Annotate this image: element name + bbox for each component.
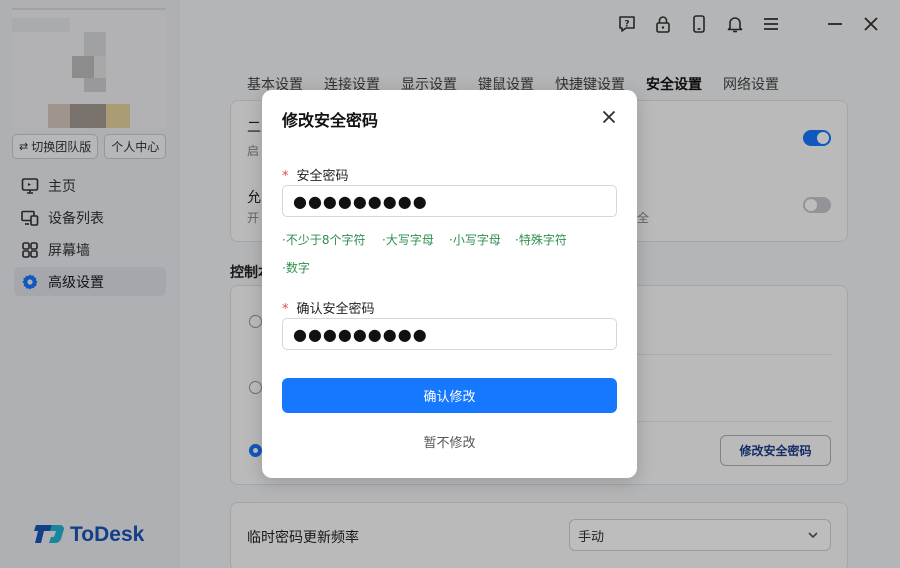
security-password-input[interactable]: ●●●●●●●●● — [282, 185, 617, 217]
password-rule-hint: ·大写字母 — [382, 233, 434, 247]
confirm-password-label: * 确认安全密码 — [282, 302, 375, 317]
confirm-change-button[interactable]: 确认修改 — [282, 378, 617, 413]
security-password-label: * 安全密码 — [282, 169, 349, 184]
close-icon[interactable] — [601, 109, 617, 125]
password-rule-hint: ·数字 — [282, 261, 310, 275]
password-rule-hint: ·不少于8个字符 — [282, 233, 366, 247]
change-password-dialog: 修改安全密码 * 安全密码 ●●●●●●●●● ·不少于8个字符 ·大写字母 ·小… — [262, 90, 637, 478]
skip-change-button[interactable]: 暂不修改 — [262, 432, 637, 451]
confirm-password-input[interactable]: ●●●●●●●●● — [282, 318, 617, 350]
password-rule-hint: ·小写字母 — [449, 233, 501, 247]
password-rule-hint: ·特殊字符 — [515, 233, 567, 247]
dialog-title: 修改安全密码 — [282, 111, 379, 130]
